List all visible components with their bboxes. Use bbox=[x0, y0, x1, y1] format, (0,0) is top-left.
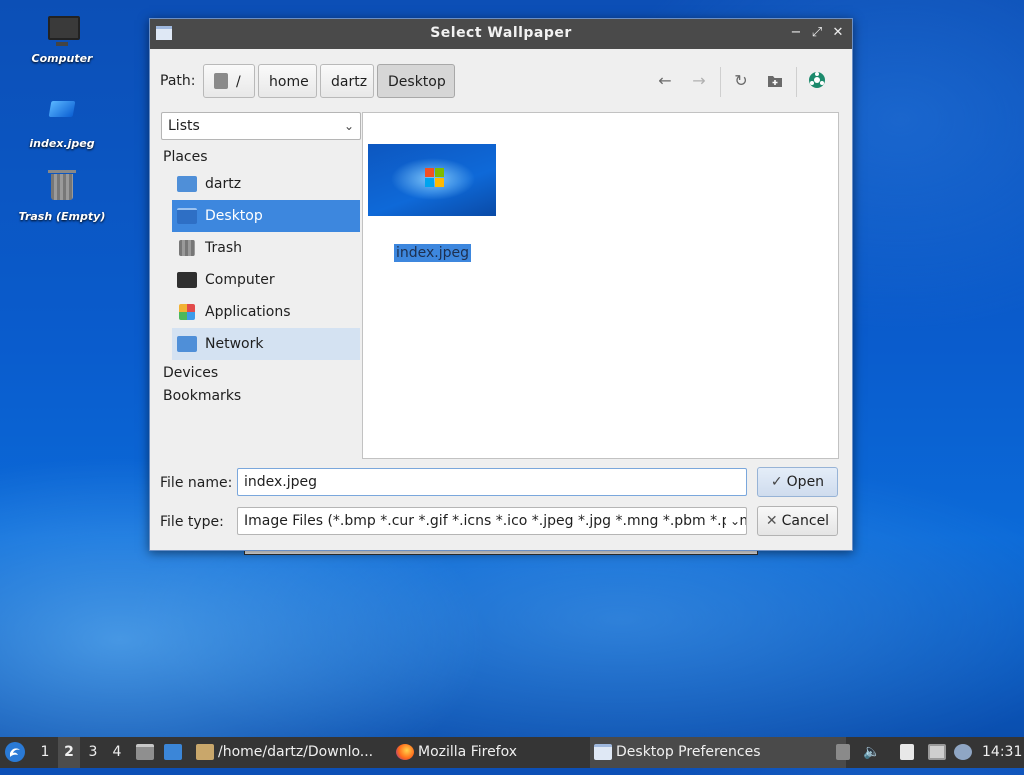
update-notifier-icon[interactable] bbox=[952, 737, 974, 768]
check-icon: ✓ bbox=[770, 474, 783, 490]
dialog-title: Select Wallpaper bbox=[430, 25, 572, 41]
computer-icon bbox=[46, 16, 80, 48]
open-button-label: Open bbox=[786, 474, 825, 490]
start-menu-button[interactable] bbox=[4, 737, 28, 768]
cancel-button[interactable]: ✕ Cancel bbox=[757, 506, 838, 536]
desktop-icon bbox=[177, 208, 197, 224]
path-label: Path: bbox=[160, 73, 196, 89]
desktop-icon bbox=[164, 744, 182, 760]
sidebar-item-label: Desktop bbox=[205, 208, 263, 224]
sidebar-item-trash[interactable]: Trash bbox=[172, 232, 360, 264]
close-icon: ✕ bbox=[765, 513, 778, 529]
clock[interactable]: 14:31 bbox=[982, 737, 1022, 768]
sidebar-item-applications[interactable]: Applications bbox=[172, 296, 360, 328]
chevron-down-icon: ⌄ bbox=[343, 119, 354, 133]
cancel-button-label: Cancel bbox=[781, 513, 830, 529]
back-arrow-icon[interactable]: ← bbox=[653, 69, 677, 93]
volume-icon[interactable]: 🔈 bbox=[862, 737, 882, 768]
sidebar-item-computer[interactable]: Computer bbox=[172, 264, 360, 296]
view-mode-select[interactable]: Lists ⌄ bbox=[161, 112, 361, 140]
file-name-input[interactable]: index.jpeg bbox=[237, 468, 747, 496]
section-devices[interactable]: Devices bbox=[161, 362, 361, 384]
sidebar-item-dartz[interactable]: dartz bbox=[172, 168, 360, 200]
workspace-1[interactable]: 1 bbox=[34, 737, 56, 768]
breadcrumb-root[interactable]: / bbox=[203, 64, 255, 98]
task-label: Desktop Preferences bbox=[616, 744, 761, 760]
file-manager-launcher[interactable] bbox=[134, 737, 154, 768]
section-bookmarks[interactable]: Bookmarks bbox=[161, 385, 361, 407]
archive-icon bbox=[196, 744, 214, 760]
windows-logo-icon bbox=[425, 168, 445, 188]
show-desktop-button[interactable] bbox=[162, 737, 184, 768]
tray-up-arrow-icon[interactable] bbox=[836, 737, 852, 768]
drive-icon bbox=[214, 73, 228, 89]
network-icon bbox=[177, 336, 197, 352]
task-label: /home/dartz/Downlo... bbox=[218, 744, 374, 760]
file-manager-icon bbox=[136, 744, 154, 760]
task-file-manager[interactable]: /home/dartz/Downlo... bbox=[192, 737, 410, 768]
file-list[interactable]: index.jpeg bbox=[362, 112, 839, 459]
taskbar: 1 2 3 4 /home/dartz/Downlo... Mozilla Fi… bbox=[0, 737, 1024, 768]
home-folder-icon bbox=[177, 176, 197, 192]
task-desktop-preferences[interactable]: Desktop Preferences bbox=[590, 737, 846, 768]
section-places[interactable]: Places bbox=[161, 146, 361, 168]
clipboard-icon[interactable] bbox=[898, 737, 918, 768]
maximize-button[interactable]: ⤢ bbox=[808, 24, 826, 42]
path-bar: Path: / home dartz Desktop ← → ↻ bbox=[150, 63, 852, 101]
open-button[interactable]: ✓ Open bbox=[757, 467, 838, 497]
sidebar-item-label: Applications bbox=[205, 304, 291, 320]
lxqt-logo-icon bbox=[5, 742, 25, 762]
forward-arrow-icon[interactable]: → bbox=[687, 69, 711, 93]
desktop-icon-trash[interactable]: Trash (Empty) bbox=[12, 170, 112, 223]
file-name-label[interactable]: index.jpeg bbox=[394, 244, 472, 262]
applications-icon bbox=[179, 304, 195, 320]
toolbar-separator bbox=[796, 67, 797, 97]
sidebar-item-label: Network bbox=[205, 336, 264, 352]
file-type-select[interactable]: Image Files (*.bmp *.cur *.gif *.icns *.… bbox=[237, 507, 747, 535]
workspace-3[interactable]: 3 bbox=[82, 737, 104, 768]
sidebar-item-label: Computer bbox=[205, 272, 275, 288]
breadcrumb-dartz[interactable]: dartz bbox=[320, 64, 374, 98]
title-bar[interactable]: Select Wallpaper − ⤢ ✕ bbox=[150, 19, 852, 49]
computer-icon bbox=[177, 272, 197, 288]
workspace-2[interactable]: 2 bbox=[58, 737, 80, 768]
places-sidebar: Lists ⌄ Places dartz Desktop Trash Compu… bbox=[161, 112, 361, 457]
image-file-icon bbox=[46, 101, 78, 133]
sidebar-item-label: dartz bbox=[205, 176, 242, 192]
trash-icon bbox=[179, 240, 195, 256]
sidebar-item-desktop[interactable]: Desktop bbox=[172, 200, 360, 232]
task-label: Mozilla Firefox bbox=[418, 744, 518, 760]
toolbar-separator bbox=[720, 67, 721, 97]
file-thumbnail[interactable] bbox=[368, 144, 496, 216]
reload-icon[interactable]: ↻ bbox=[729, 69, 753, 93]
close-button[interactable]: ✕ bbox=[829, 24, 847, 42]
desktop-icon-index-jpeg[interactable]: index.jpeg bbox=[12, 95, 112, 150]
breadcrumb-label: / bbox=[236, 74, 241, 90]
breadcrumb-desktop[interactable]: Desktop bbox=[377, 64, 455, 98]
file-name-field-label: File name: bbox=[160, 475, 233, 491]
desktop-icon-label: Computer bbox=[31, 52, 93, 65]
web-icon[interactable] bbox=[805, 69, 829, 93]
desktop-icon-computer[interactable]: Computer bbox=[12, 16, 112, 65]
window-icon bbox=[594, 744, 612, 760]
breadcrumb-home[interactable]: home bbox=[258, 64, 317, 98]
minimize-button[interactable]: − bbox=[787, 24, 805, 42]
desktop-icon-label: index.jpeg bbox=[29, 137, 95, 150]
desktop-icon-label: Trash (Empty) bbox=[18, 210, 106, 223]
file-type-value: Image Files (*.bmp *.cur *.gif *.icns *.… bbox=[244, 513, 747, 529]
chevron-down-icon: ⌄ bbox=[725, 508, 740, 534]
file-type-field-label: File type: bbox=[160, 514, 224, 530]
sidebar-item-label: Trash bbox=[205, 240, 242, 256]
sidebar-item-network[interactable]: Network bbox=[172, 328, 360, 360]
view-mode-value: Lists bbox=[168, 118, 200, 134]
trash-icon bbox=[46, 170, 78, 206]
task-firefox[interactable]: Mozilla Firefox bbox=[392, 737, 608, 768]
workspace-4[interactable]: 4 bbox=[106, 737, 128, 768]
new-folder-icon[interactable] bbox=[763, 69, 787, 93]
firefox-icon bbox=[396, 744, 414, 760]
network-tray-icon[interactable] bbox=[926, 737, 948, 768]
